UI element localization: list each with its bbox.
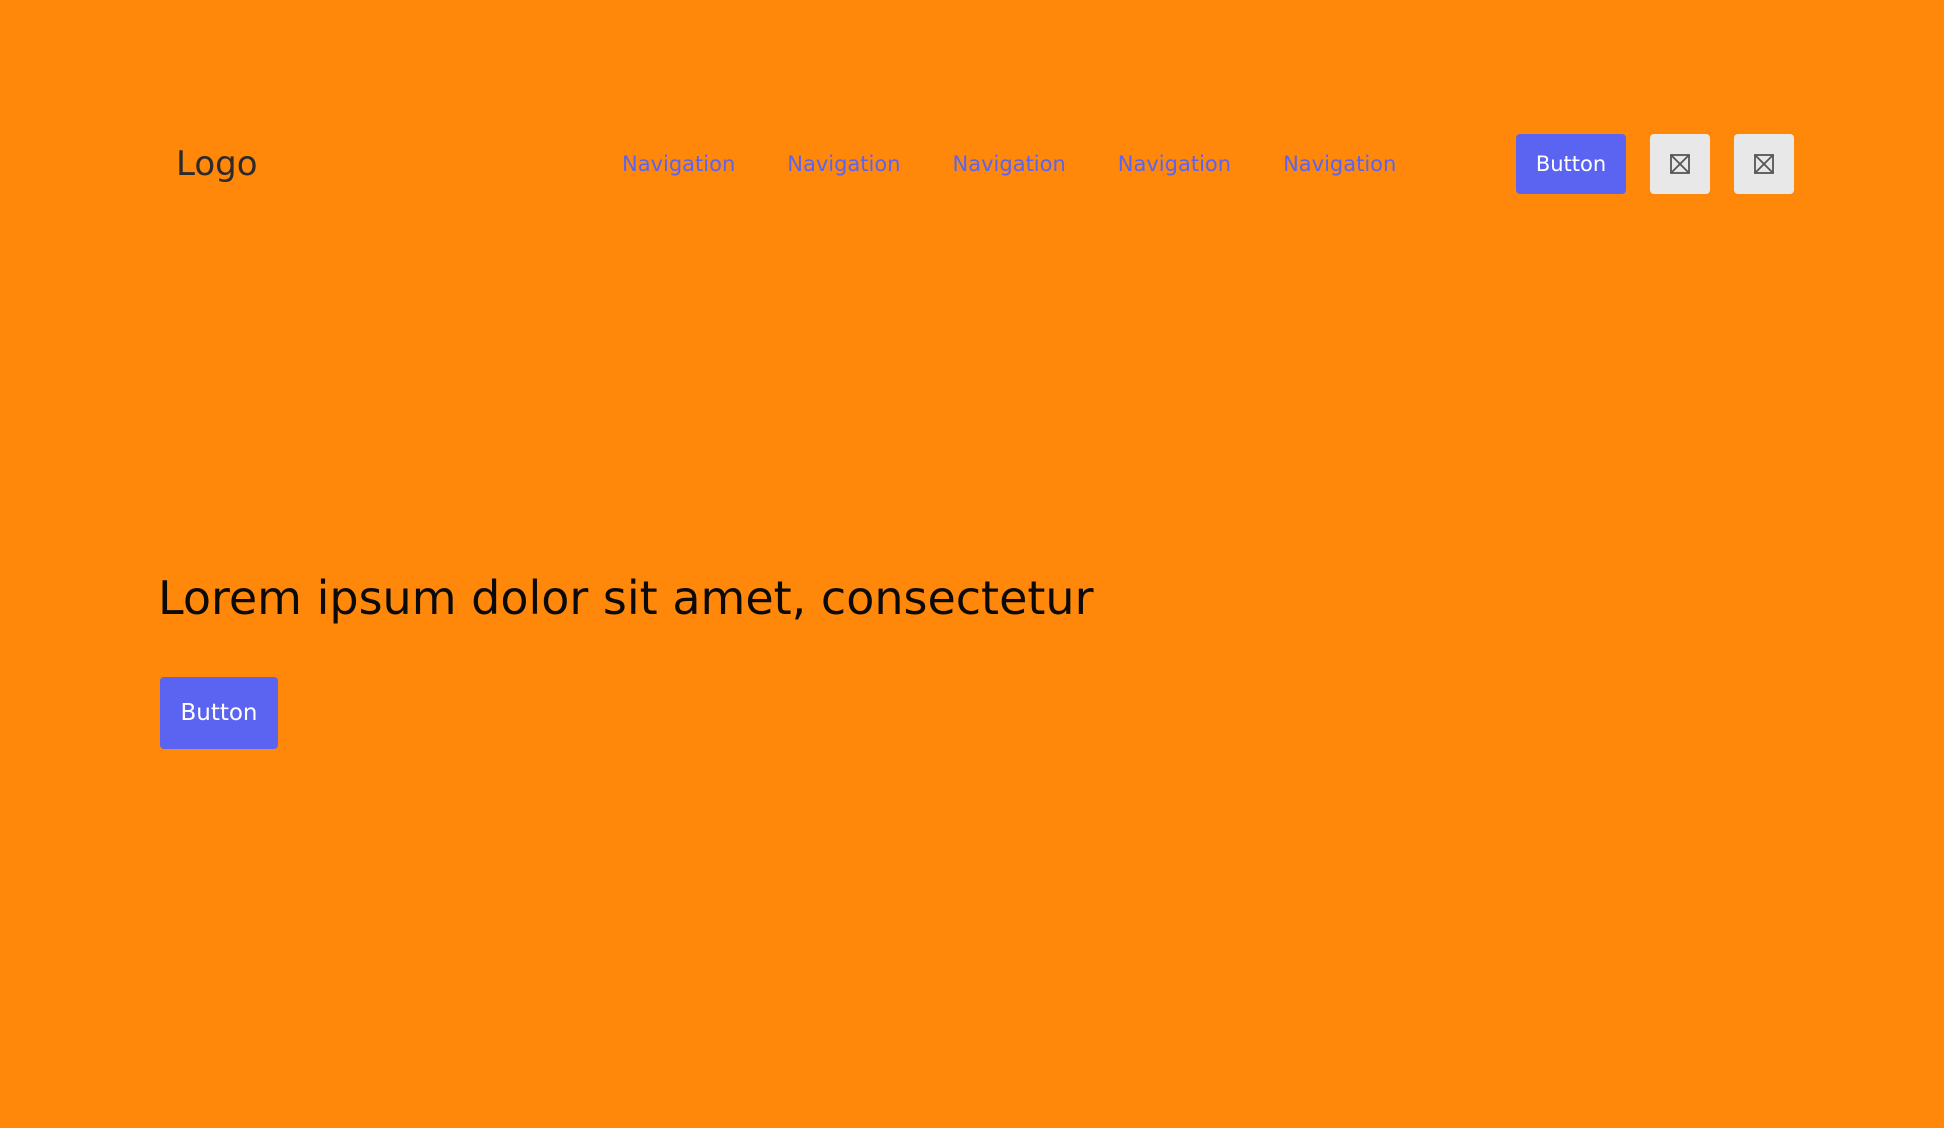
nav-item-1[interactable]: Navigation bbox=[622, 148, 735, 180]
image-placeholder-icon bbox=[1670, 154, 1690, 174]
icon-button-2[interactable] bbox=[1734, 134, 1794, 194]
nav-item-5[interactable]: Navigation bbox=[1283, 148, 1396, 180]
header-actions: Button bbox=[1516, 134, 1794, 194]
nav-item-2[interactable]: Navigation bbox=[787, 148, 900, 180]
hero-title: Lorem ipsum dolor sit amet, consectetur bbox=[158, 571, 1094, 625]
main-navigation: Navigation Navigation Navigation Navigat… bbox=[622, 148, 1396, 180]
nav-item-3[interactable]: Navigation bbox=[953, 148, 1066, 180]
logo[interactable]: Logo bbox=[176, 140, 258, 188]
nav-item-4[interactable]: Navigation bbox=[1118, 148, 1231, 180]
header-button[interactable]: Button bbox=[1516, 134, 1626, 194]
icon-button-1[interactable] bbox=[1650, 134, 1710, 194]
hero-button[interactable]: Button bbox=[160, 677, 278, 749]
image-placeholder-icon bbox=[1754, 154, 1774, 174]
